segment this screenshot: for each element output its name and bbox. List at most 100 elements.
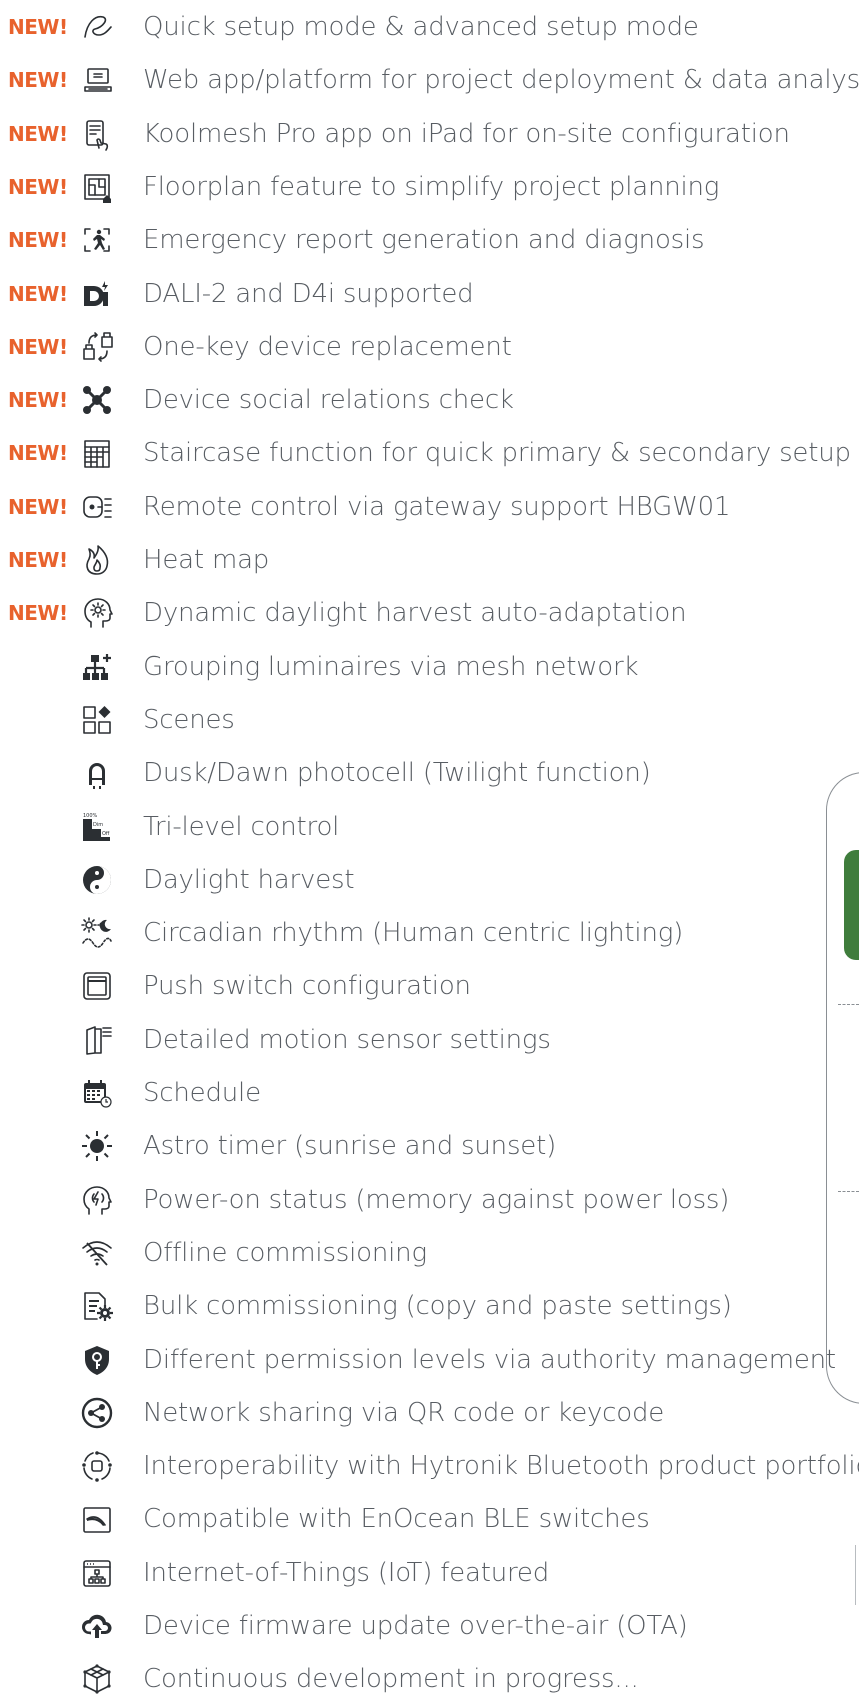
feature-row: Offline commissioning [0, 1233, 859, 1273]
feature-row: Continuous development in progress... [0, 1659, 859, 1699]
side-divider [838, 1191, 859, 1192]
feature-label: Web app/platform for project deployment … [143, 65, 859, 95]
side-mark [855, 1545, 859, 1605]
yin-yang-icon [80, 863, 114, 897]
new-badge: NEW! [8, 228, 68, 252]
feature-row: Daylight harvest [0, 860, 859, 900]
feature-label: Staircase function for quick primary & s… [143, 438, 851, 468]
feature-row: NEW! Web app/platform for project deploym… [0, 60, 859, 100]
network-nodes-icon [80, 383, 114, 417]
feature-row: Detailed motion sensor settings [0, 1020, 859, 1060]
cube-network-icon [80, 1662, 114, 1696]
feature-label: DALI-2 and D4i supported [143, 279, 474, 309]
new-badge: NEW! [8, 388, 68, 412]
side-panel-green-block [844, 850, 859, 960]
device-swap-icon [80, 330, 114, 364]
calendar-icon [80, 1076, 114, 1110]
shield-key-icon [80, 1343, 114, 1377]
cloud-upload-icon [80, 1609, 114, 1643]
feature-row: Schedule [0, 1073, 859, 1113]
feature-label: Quick setup mode & advanced setup mode [143, 12, 699, 42]
feature-row: Scenes [0, 700, 859, 740]
feature-label: Dynamic daylight harvest auto-adaptation [143, 598, 687, 628]
door-sensor-icon [80, 1023, 114, 1057]
feature-label: Bulk commissioning (copy and paste setti… [143, 1291, 732, 1321]
feature-row: Compatible with EnOcean BLE switches [0, 1499, 859, 1539]
new-badge: NEW! [8, 548, 68, 572]
tablet-touch-icon [80, 117, 114, 151]
new-badge: NEW! [8, 175, 68, 199]
emergency-exit-icon [80, 223, 114, 257]
feature-row: Circadian rhythm (Human centric lighting… [0, 913, 859, 953]
feature-label: Continuous development in progress... [143, 1664, 639, 1694]
gesture-signature-icon [80, 10, 114, 44]
feature-label: Daylight harvest [143, 865, 355, 895]
feature-label: Push switch configuration [143, 971, 471, 1001]
push-switch-icon [80, 969, 114, 1003]
staircase-icon [80, 436, 114, 470]
new-badge: NEW! [8, 495, 68, 519]
feature-row: NEW! Floorplan feature to simplify projec… [0, 167, 859, 207]
feature-row: NEW! Remote control via gateway support H… [0, 487, 859, 527]
feature-label: Circadian rhythm (Human centric lighting… [143, 918, 684, 948]
tri-level-icon-label: Off [102, 831, 110, 837]
feature-label: Emergency report generation and diagnosi… [143, 225, 705, 255]
feature-label: Schedule [143, 1078, 261, 1108]
feature-label: Scenes [143, 705, 235, 735]
enocean-switch-icon [80, 1502, 114, 1536]
feature-row: NEW! Koolmesh Pro app on iPad for on-site… [0, 114, 859, 154]
hierarchy-plus-icon [80, 650, 114, 684]
feature-label: Device social relations check [143, 385, 514, 415]
gateway-icon [80, 490, 114, 524]
feature-label: Internet-of-Things (IoT) featured [143, 1558, 549, 1588]
feature-label: Remote control via gateway support HBGW0… [143, 492, 731, 522]
flame-icon [80, 543, 114, 577]
feature-row: NEW! Device social relations check [0, 380, 859, 420]
feature-label: Different permission levels via authorit… [143, 1345, 836, 1375]
feature-label: Floorplan feature to simplify project pl… [143, 172, 720, 202]
tri-level-icon-label: 100% [83, 813, 98, 819]
feature-row: NEW! Heat map [0, 540, 859, 580]
feature-row: Interoperability with Hytronik Bluetooth… [0, 1446, 859, 1486]
settings-list-icon [80, 1289, 114, 1323]
feature-row: Bulk commissioning (copy and paste setti… [0, 1286, 859, 1326]
new-badge: NEW! [8, 441, 68, 465]
feature-label: Detailed motion sensor settings [143, 1025, 551, 1055]
feature-label: Astro timer (sunrise and sunset) [143, 1131, 557, 1161]
power-memory-icon [80, 1183, 114, 1217]
head-sun-icon [80, 596, 114, 630]
tri-level-icon-label: Dim [93, 822, 103, 828]
feature-label: Interoperability with Hytronik Bluetooth… [143, 1451, 859, 1481]
feature-row: Internet-of-Things (IoT) featured [0, 1553, 859, 1593]
feature-label: Network sharing via QR code or keycode [143, 1398, 665, 1428]
feature-row: NEW! Staircase function for quick primary… [0, 433, 859, 473]
laptop-icon [80, 63, 114, 97]
feature-row: NEW! Quick setup mode & advanced setup mo… [0, 7, 859, 47]
feature-row: Power-on status (memory against power lo… [0, 1180, 859, 1220]
feature-row: NEW! DALI-2 and D4i supported [0, 274, 859, 314]
tri-level-icon: 100% Dim Off [80, 810, 114, 844]
feature-label: Power-on status (memory against power lo… [143, 1185, 730, 1215]
share-icon [80, 1396, 114, 1430]
feature-row: NEW! Dynamic daylight harvest auto-adapta… [0, 593, 859, 633]
scenes-grid-icon [80, 703, 114, 737]
dali-logo-icon [80, 277, 114, 311]
feature-label: Heat map [143, 545, 270, 575]
feature-label: Tri-level control [143, 812, 340, 842]
wifi-off-icon [80, 1236, 114, 1270]
feature-label: One-key device replacement [143, 332, 512, 362]
feature-row: Astro timer (sunrise and sunset) [0, 1126, 859, 1166]
sun-moon-wave-icon [80, 916, 114, 950]
feature-label: Device firmware update over-the-air (OTA… [143, 1611, 688, 1641]
new-badge: NEW! [8, 601, 68, 625]
new-badge: NEW! [8, 122, 68, 146]
feature-row: NEW! Emergency report generation and diag… [0, 220, 859, 260]
feature-label: Grouping luminaires via mesh network [143, 652, 639, 682]
feature-row: Device firmware update over-the-air (OTA… [0, 1606, 859, 1646]
floorplan-icon [80, 170, 114, 204]
feature-label: Koolmesh Pro app on iPad for on-site con… [143, 119, 790, 149]
photocell-icon [80, 756, 114, 790]
feature-label: Offline commissioning [143, 1238, 427, 1268]
feature-row: 100% Dim Off Tri-level control [0, 807, 859, 847]
feature-label: Dusk/Dawn photocell (Twilight function) [143, 758, 651, 788]
